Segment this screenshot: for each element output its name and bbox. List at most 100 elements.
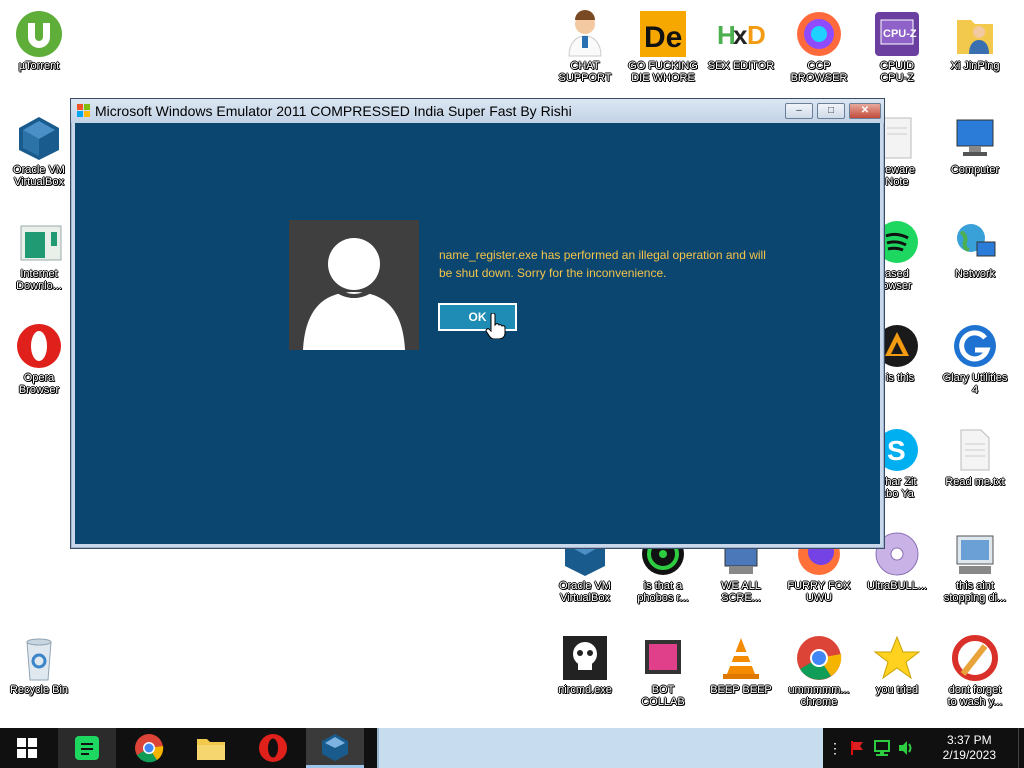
taskbar-file-explorer[interactable] — [182, 728, 240, 768]
window-title: Microsoft Windows Emulator 2011 COMPRESS… — [95, 103, 572, 119]
chrome-icon — [795, 634, 843, 682]
virtualbox-icon — [15, 114, 63, 162]
taskbar-virtualbox[interactable] — [306, 728, 364, 768]
desktop-icon-label: UltraBULL... — [867, 580, 927, 592]
desktop-icon-label: you tried — [875, 684, 919, 696]
desktop-icon-sex-editor[interactable]: HxD SEX EDITOR — [702, 4, 780, 72]
taskbar-opera[interactable] — [244, 728, 302, 768]
desktop-icon-you-tried[interactable]: you tried — [858, 628, 936, 696]
desktop-icon-label: Internet Downlo... — [16, 268, 62, 292]
hand-cursor-icon — [485, 312, 507, 340]
svg-text:S: S — [887, 435, 906, 466]
desktop-icon-go-die[interactable]: De GO FUCKING DIE WHORE — [624, 4, 702, 84]
app-logo-icon — [77, 104, 91, 118]
vlc-icon — [717, 634, 765, 682]
desktop-icon-xi-jinping[interactable]: Xi JinPing — [936, 4, 1014, 72]
desktop-icon-label: Recycle Bin — [9, 684, 69, 696]
svg-text:D: D — [747, 20, 765, 50]
desktop-icon-label: BEEP BEEP — [710, 684, 772, 696]
taskbar-empty-area — [377, 728, 823, 768]
network-icon — [951, 218, 999, 266]
desktop-icon-label: ummmmm... chrome — [788, 684, 850, 708]
desktop-icon-recycle-bin[interactable]: Recycle Bin — [0, 628, 78, 696]
desktop-icon-label: Glary Utilities 4 — [942, 372, 1008, 396]
taskbar-chrome[interactable] — [120, 728, 178, 768]
user-avatar-icon — [289, 220, 419, 350]
opera-icon — [15, 322, 63, 370]
start-button[interactable] — [0, 728, 54, 768]
desktop-icon-label: FURRY FOX UWU — [787, 580, 851, 604]
desktop-icon-label: dont forget to wash y... — [947, 684, 1003, 708]
taskbar-notes-app[interactable] — [58, 728, 116, 768]
maximize-button[interactable]: □ — [817, 103, 845, 119]
clock-time: 3:37 PM — [946, 733, 992, 747]
volume-icon[interactable] — [894, 728, 918, 768]
desktop-icon-chrome[interactable]: ummmmm... chrome — [780, 628, 858, 708]
utorrent-icon — [15, 10, 63, 58]
star-icon — [873, 634, 921, 682]
cpuz-icon: CPU-Z — [873, 10, 921, 58]
desktop-icon-label: WE ALL SCRE... — [721, 580, 761, 604]
folder-icon — [197, 739, 225, 760]
desktop-icon-internet-download[interactable]: Internet Downlo... — [0, 212, 78, 292]
desktop-icon-label: Computer — [950, 164, 1000, 176]
svg-text:De: De — [644, 21, 682, 54]
desktop-icon-not-stopping[interactable]: this aint stopping di... — [936, 524, 1014, 604]
die-icon: De — [639, 10, 687, 58]
desktop-icon-network[interactable]: Network — [936, 212, 1014, 280]
notes-app-icon — [75, 736, 99, 760]
opera-icon — [259, 734, 287, 762]
desktop-icon-label: nircmd.exe — [558, 684, 612, 696]
desktop-icon-label: Read me.txt — [945, 476, 1005, 488]
glary-utilities-icon — [951, 322, 999, 370]
desktop-icon-label: Network — [954, 268, 996, 280]
system-tool-icon — [951, 530, 999, 578]
show-hidden-icons-button[interactable]: ⋮ — [826, 728, 844, 768]
error-dialog: name_register.exe has performed an illeg… — [75, 123, 880, 544]
virtualbox-icon — [322, 733, 348, 761]
taskbar: ⋮ 3:37 PM 2/19/2023 — [0, 728, 1024, 768]
ccleaner-icon — [951, 634, 999, 682]
desktop-icon-label: Oracle VM VirtualBox — [559, 580, 611, 604]
chrome-icon — [135, 734, 164, 763]
desktop-icon-label: Xi JinPing — [950, 60, 1000, 72]
taskbar-clock[interactable]: 3:37 PM 2/19/2023 — [943, 733, 996, 763]
desktop-icon-label: CHAT SUPPORT — [558, 60, 612, 84]
window-titlebar[interactable]: Microsoft Windows Emulator 2011 COMPRESS… — [71, 99, 884, 123]
firefox-nightly-icon — [795, 10, 843, 58]
desktop-icon-beep[interactable]: BEEP BEEP — [702, 628, 780, 696]
desktop-icon-readme[interactable]: Read me.txt — [936, 420, 1014, 488]
desktop-icon-ccp-browser[interactable]: CCP BROWSER — [780, 4, 858, 84]
desktop-icon-bot-collab[interactable]: BOT COLLAB — [624, 628, 702, 708]
desktop-icon-label: Oracle VM VirtualBox — [13, 164, 65, 188]
desktop-icon-utorrent[interactable]: µTorrent — [0, 4, 78, 72]
windows-logo-icon — [17, 738, 37, 758]
clock-date: 2/19/2023 — [942, 748, 996, 762]
desktop-icon-computer[interactable]: Computer — [936, 108, 1014, 176]
media-player-icon — [639, 634, 687, 682]
svg-text:CPU-Z: CPU-Z — [883, 28, 917, 40]
recycle-bin-icon — [15, 634, 63, 682]
desktop-icon-label: CPUID CPU-Z — [879, 60, 915, 84]
desktop-icon-label: CCP BROWSER — [790, 60, 848, 84]
desktop-icon-ccleaner[interactable]: dont forget to wash y... — [936, 628, 1014, 708]
minimize-button[interactable]: – — [785, 103, 813, 119]
desktop-icon-label: GO FUCKING DIE WHORE — [628, 60, 698, 84]
hxd-icon: HxD — [717, 10, 765, 58]
desktop-icon-glary[interactable]: Glary Utilities 4 — [936, 316, 1014, 396]
desktop-icon-label: µTorrent — [18, 60, 60, 72]
desktop-icon-opera[interactable]: Opera Browser — [0, 316, 78, 396]
close-button[interactable]: ✕ — [849, 103, 881, 119]
desktop-icon-chat-support[interactable]: CHAT SUPPORT — [546, 4, 624, 84]
user-folder-icon — [951, 10, 999, 58]
network-status-icon[interactable] — [870, 728, 894, 768]
show-desktop-button[interactable] — [1018, 728, 1024, 768]
desktop-icon-nircmd[interactable]: nircmd.exe — [546, 628, 624, 696]
desktop-icon-virtualbox[interactable]: Oracle VM VirtualBox — [0, 108, 78, 188]
desktop-icon-cpuz[interactable]: CPU-Z CPUID CPU-Z — [858, 4, 936, 84]
download-manager-icon — [15, 218, 63, 266]
desktop-icon-label: is that a phobos r... — [637, 580, 689, 604]
doctor-icon — [561, 10, 609, 58]
emulator-window[interactable]: Microsoft Windows Emulator 2011 COMPRESS… — [70, 98, 885, 549]
flag-icon[interactable] — [846, 728, 868, 768]
